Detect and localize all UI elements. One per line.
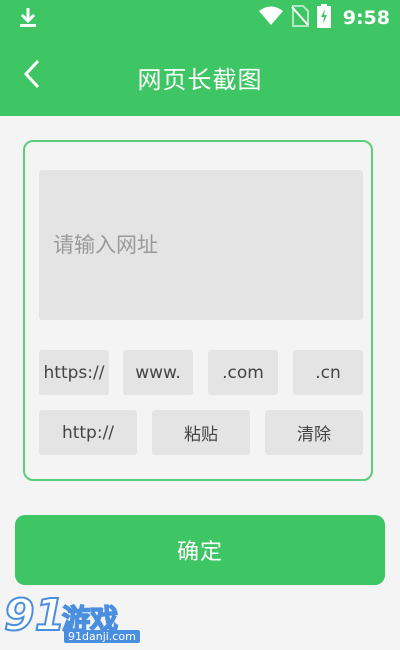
app-bar: 网页长截图 xyxy=(0,36,400,116)
url-input[interactable] xyxy=(39,170,363,320)
status-time: 9:58 xyxy=(342,7,390,29)
watermark-logo: 91 游戏 91danji.com xyxy=(0,589,160,650)
www-chip[interactable]: www. xyxy=(123,350,193,395)
watermark-number: 91 xyxy=(3,589,66,642)
wifi-icon xyxy=(258,6,283,30)
http-chip[interactable]: http:// xyxy=(39,410,137,455)
url-card: https:// www. .com .cn http:// 粘贴 清除 xyxy=(23,140,373,481)
watermark-url: 91danji.com xyxy=(64,630,140,643)
battery-charging-icon xyxy=(316,4,331,32)
com-chip[interactable]: .com xyxy=(208,350,278,395)
clear-button[interactable]: 清除 xyxy=(265,410,363,455)
confirm-button[interactable]: 确定 xyxy=(15,515,385,585)
status-icons: 9:58 xyxy=(258,4,390,32)
https-chip[interactable]: https:// xyxy=(39,350,109,395)
page-title: 网页长截图 xyxy=(137,66,263,94)
cn-chip[interactable]: .cn xyxy=(293,350,363,395)
download-icon xyxy=(18,6,38,30)
status-bar: 9:58 xyxy=(0,0,400,36)
paste-button[interactable]: 粘贴 xyxy=(152,410,250,455)
no-sim-icon xyxy=(290,5,309,31)
